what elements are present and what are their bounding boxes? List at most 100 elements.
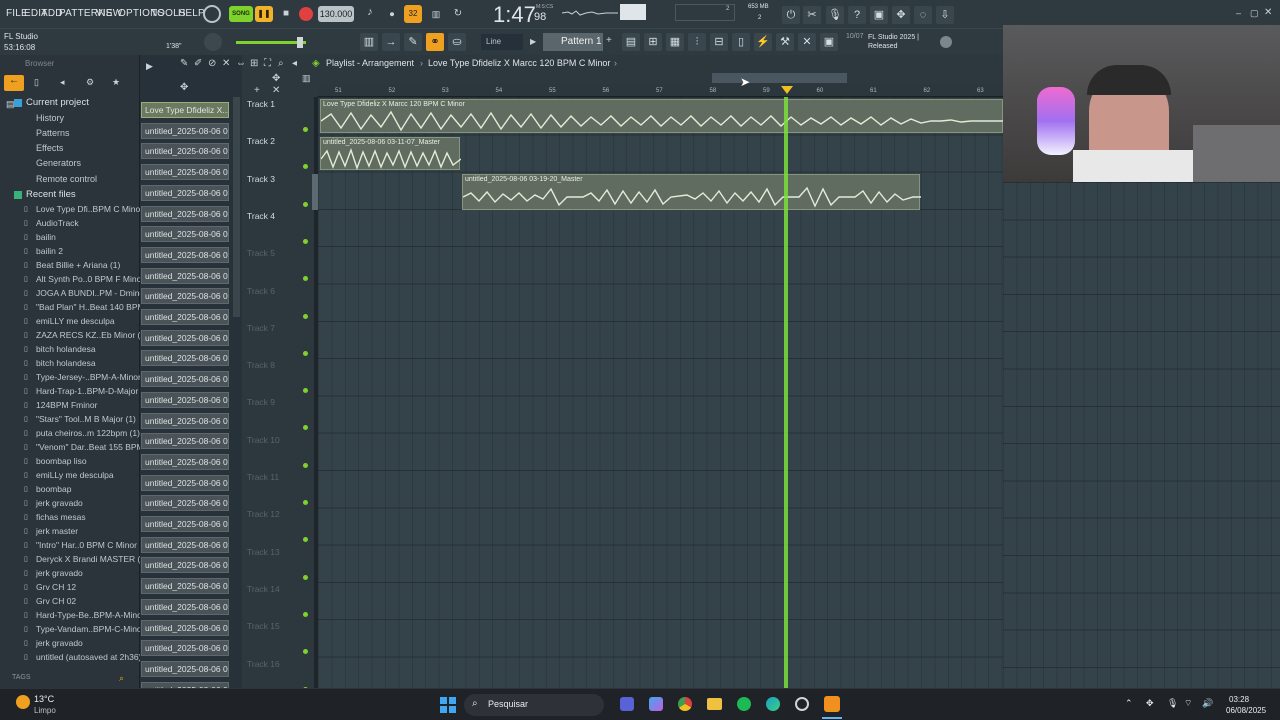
channel-rack-icon[interactable]: ⊞ [644, 33, 662, 51]
record-button[interactable] [299, 7, 313, 21]
clip-source-item[interactable]: untitled_2025-08-06 02- [141, 433, 229, 450]
tags-label[interactable]: TAGS [12, 674, 31, 681]
play-icon[interactable]: ▶ [146, 61, 153, 72]
track-label[interactable]: Track 10 [247, 435, 280, 445]
horizontal-scrollbar[interactable] [712, 73, 847, 83]
clip-source-item[interactable]: untitled_2025-08-06 01- [141, 164, 229, 181]
track-enable-indicator[interactable] [303, 127, 308, 132]
piano-roll-icon[interactable]: ▦ [666, 33, 684, 51]
clip-source-item[interactable]: untitled_2025-08-06 02- [141, 495, 229, 512]
metronome-icon[interactable]: ♪ [362, 6, 378, 22]
file-icon[interactable]: ▯ [732, 33, 750, 51]
chrome-icon[interactable] [678, 697, 692, 711]
recent-file-item[interactable]: "Venom" Dar..Beat 155 BPM [36, 442, 144, 452]
arrow-right-icon[interactable]: → [382, 33, 400, 51]
track-label[interactable]: Track 13 [247, 547, 280, 557]
tool-icon[interactable]: ⚒ [776, 33, 794, 51]
recent-file-item[interactable]: emiLLY me desculpa [36, 316, 115, 326]
copilot-icon[interactable] [649, 697, 663, 711]
track-enable-indicator[interactable] [303, 462, 308, 468]
browser-back-icon[interactable]: ← [4, 75, 24, 91]
add-track-icon[interactable]: + [254, 85, 260, 96]
search-icon[interactable]: ⌕ [119, 673, 124, 684]
clip-source-item[interactable]: untitled_2025-08-06 01- [141, 226, 229, 243]
playlist-icon[interactable]: ▤ [622, 33, 640, 51]
power-icon[interactable]: ⏻ [782, 6, 800, 24]
audio-clip-track3[interactable]: untitled_2025-08-06 03-19-20_Master [462, 174, 921, 210]
recent-file-item[interactable]: Hard-Trap-1..BPM-D-Major [36, 386, 138, 396]
track-enable-indicator[interactable] [303, 611, 308, 617]
chat-icon[interactable]: ◌ [914, 6, 932, 24]
track-label[interactable]: Track 1 [247, 99, 275, 109]
delete-icon[interactable]: ⊘ [208, 58, 216, 69]
browser-item-effects[interactable]: Effects [36, 143, 63, 153]
clip-source-item[interactable]: untitled_2025-08-06 01- [141, 350, 229, 367]
wait-input-icon[interactable]: ⏺ [384, 6, 400, 22]
recent-file-item[interactable]: emiLLy me desculpa [36, 470, 114, 480]
recent-file-item[interactable]: bailin 2 [36, 246, 63, 256]
clip-source-item[interactable]: untitled_2025-08-06 01- [141, 288, 229, 305]
file-icon[interactable]: ▯ [34, 77, 39, 88]
clip-source-item[interactable]: untitled_2025-08-06 01- [141, 267, 229, 284]
clock-date[interactable]: 06/08/2025 [1226, 706, 1266, 715]
playlist-menu-icon[interactable]: ▥ [302, 73, 311, 84]
pencil-icon[interactable]: ✎ [404, 33, 422, 51]
clip-source-item[interactable]: untitled_2025-08-06 02- [141, 391, 229, 408]
clip-source-item[interactable]: untitled_2025-08-06 02- [141, 578, 229, 595]
recent-file-item[interactable]: Alt Synth Po..0 BPM F Minor [36, 274, 144, 284]
pitch-knob[interactable] [204, 33, 222, 51]
add-pattern-icon[interactable]: + [606, 35, 612, 46]
clip-source-item[interactable]: untitled_2025-08-06 01- [141, 246, 229, 263]
clip-source-item[interactable]: untitled_2025-08-06 02- [141, 557, 229, 574]
track-label[interactable]: Track 7 [247, 323, 275, 333]
clip-source-item[interactable]: untitled_2025-08-06 02- [141, 536, 229, 553]
browser-item-remote-control[interactable]: Remote control [36, 174, 97, 184]
audio-clip-track1[interactable]: Love Type Dfideliz X Marcc 120 BPM C Min… [320, 99, 1004, 133]
x-icon[interactable]: ✕ [798, 33, 816, 51]
recent-file-item[interactable]: Hard-Type-Be..BPM-A-Minor [36, 610, 145, 620]
song-mode-toggle[interactable]: SONG [229, 6, 253, 22]
browser-item-patterns[interactable]: Patterns [36, 128, 70, 138]
star-icon[interactable]: ★ [112, 77, 120, 88]
settings-app-icon[interactable] [795, 697, 809, 711]
playlist-grid-right[interactable] [1003, 182, 1280, 688]
slip-icon[interactable]: ⇔ [236, 58, 246, 69]
track-label[interactable]: Track 15 [247, 621, 280, 631]
paint-icon[interactable]: ✐ [194, 58, 202, 69]
playhead-marker[interactable] [781, 86, 793, 94]
microphone-icon[interactable]: 🎙 [826, 6, 844, 24]
move-icon[interactable]: ✥ [180, 82, 188, 93]
playhead[interactable] [784, 97, 788, 688]
weather-text[interactable]: Limpo [34, 706, 56, 715]
online-icon[interactable] [940, 36, 952, 48]
plug-icon[interactable]: ⚡ [754, 33, 772, 51]
recent-file-item[interactable]: Grv CH 12 [36, 582, 76, 592]
recent-file-item[interactable]: untitled (autosaved at 2h36) [36, 652, 141, 662]
recent-file-item[interactable]: AudioTrack [36, 218, 79, 228]
clip-source-item[interactable]: untitled_2025-08-06 02- [141, 371, 229, 388]
speaker-icon[interactable]: ◂ [60, 77, 65, 88]
discord-icon[interactable] [620, 697, 634, 711]
clip-source-item[interactable]: untitled_2025-08-06 02- [141, 598, 229, 615]
clip-source-item[interactable]: untitled_2025-08-06 02- [141, 516, 229, 532]
track-label[interactable]: Track 14 [247, 584, 280, 594]
file-explorer-icon[interactable] [707, 698, 722, 710]
clip-source-item[interactable]: untitled_2025-08-06 01- [141, 143, 229, 160]
arrangement-icon[interactable]: ◈ [312, 58, 320, 69]
clip-source-item[interactable]: untitled_2025-08-06 01- [141, 122, 229, 139]
countdown-icon[interactable]: 32 [404, 5, 422, 23]
master-pitch-slider[interactable] [236, 41, 306, 44]
clip-source-item[interactable]: untitled_2025-08-06 01- [141, 309, 229, 325]
recent-file-item[interactable]: boombap liso [36, 456, 87, 466]
recent-file-item[interactable]: Love Type Dfi..BPM C Minor [36, 204, 143, 214]
clip-source-item[interactable]: untitled_2025-08-06 01- [141, 329, 229, 346]
track-label[interactable]: Track 11 [247, 472, 279, 482]
track-label[interactable]: Track 2 [247, 136, 275, 146]
playback-icon[interactable]: ◂ [292, 58, 297, 69]
clip-source-item[interactable]: untitled_2025-08-06 01- [141, 205, 229, 222]
clip-source-item[interactable]: untitled_2025-08-06 02- [141, 660, 229, 677]
settings-icon[interactable]: ⚙ [86, 77, 94, 88]
track-enable-indicator[interactable] [303, 350, 308, 356]
help-icon[interactable]: ? [848, 6, 866, 24]
browser-item-generators[interactable]: Generators [36, 158, 81, 168]
